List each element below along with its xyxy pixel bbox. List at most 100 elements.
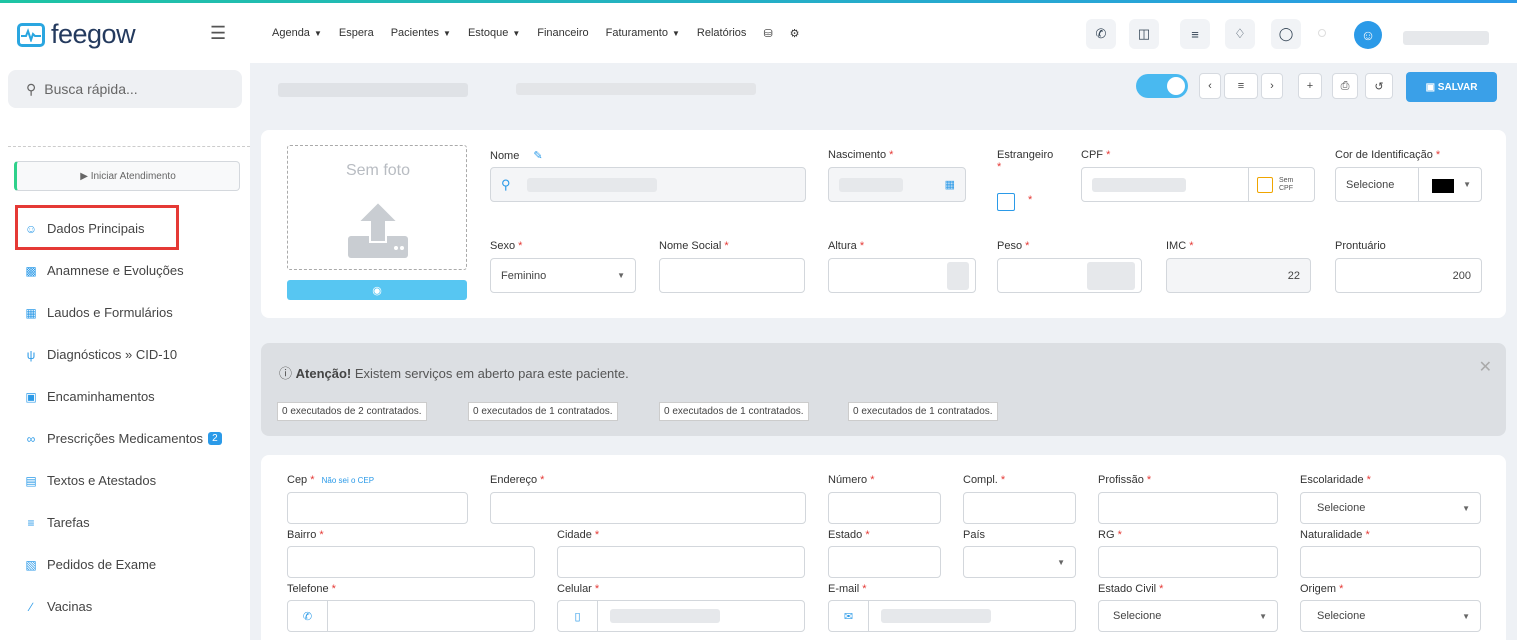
save-button[interactable]: ▣ SALVAR xyxy=(1406,72,1497,102)
status-toggle[interactable] xyxy=(1136,74,1188,98)
endereco-field[interactable] xyxy=(490,492,806,524)
menu-relatorios[interactable]: Relatórios xyxy=(697,27,747,40)
database-icon[interactable]: ⛁ xyxy=(763,27,772,40)
caret-down-icon: ▼ xyxy=(1259,611,1267,621)
sexo-select[interactable]: Feminino ▼ xyxy=(490,258,636,293)
altura-field[interactable] xyxy=(828,258,976,293)
celular-field[interactable]: ▯ xyxy=(557,600,805,632)
label-cor-identificacao: Cor de Identificação * xyxy=(1335,149,1441,161)
list-icon[interactable]: ≡ xyxy=(1224,73,1258,99)
camera-button[interactable]: ◉ xyxy=(287,280,467,300)
prontuario-field[interactable]: 200 xyxy=(1335,258,1482,293)
start-attendance-button[interactable]: ▶ Iniciar Atendimento xyxy=(14,161,240,191)
cor-select[interactable]: Selecione ▼ xyxy=(1335,167,1482,202)
pais-select[interactable]: ▼ xyxy=(963,546,1076,578)
nao-sei-cep-link[interactable]: Não sei o CEP xyxy=(322,476,374,485)
sidebar-item-label: Encaminhamentos xyxy=(47,389,155,404)
logo[interactable]: feegow xyxy=(17,19,136,50)
sem-cpf-toggle[interactable]: Sem CPF xyxy=(1248,167,1315,202)
phone-icon[interactable]: ✆ xyxy=(1086,19,1116,49)
exam-icon: ▧ xyxy=(25,557,37,572)
caret-down-icon: ▼ xyxy=(1057,557,1065,567)
photo-box[interactable]: Sem foto xyxy=(287,145,467,270)
sidebar-item-vacinas[interactable]: ∕ Vacinas xyxy=(24,599,92,614)
sem-cpf-checkbox[interactable] xyxy=(1257,176,1273,193)
nome-field[interactable]: ⚲ xyxy=(490,167,806,202)
no-photo-label: Sem foto xyxy=(345,162,411,179)
menu-pacientes[interactable]: Pacientes ▼ xyxy=(391,27,451,40)
sidebar: feegow ☰ ⚲ Busca rápida... ▶ Iniciar Ate… xyxy=(0,3,250,640)
imc-field[interactable]: 22 xyxy=(1166,258,1311,293)
sidebar-item-anamnese[interactable]: ▩ Anamnese e Evoluções xyxy=(24,263,183,278)
estrangeiro-checkbox[interactable] xyxy=(997,193,1015,211)
patient-name-redacted xyxy=(278,83,468,97)
nascimento-field[interactable]: ▦ xyxy=(828,167,966,202)
close-icon[interactable]: ✕ xyxy=(1479,357,1492,377)
add-icon[interactable]: + xyxy=(1298,73,1322,99)
edit-icon[interactable]: ✎ xyxy=(533,150,542,162)
label-numero: Número * xyxy=(828,474,875,486)
upload-icon xyxy=(348,200,408,258)
menu-agenda[interactable]: Agenda ▼ xyxy=(272,27,322,40)
color-swatch xyxy=(1432,179,1454,193)
label-imc: IMC * xyxy=(1166,240,1194,252)
label-endereco: Endereço * xyxy=(490,474,545,486)
nome-social-field[interactable] xyxy=(659,258,805,293)
hamburger-menu-icon[interactable]: ☰ xyxy=(210,23,226,44)
estado-field[interactable] xyxy=(828,546,941,578)
bairro-field[interactable] xyxy=(287,546,535,578)
history-icon[interactable]: ↺ xyxy=(1365,73,1393,99)
camera-icon: ◉ xyxy=(372,284,382,297)
quick-search[interactable]: ⚲ Busca rápida... xyxy=(8,70,242,108)
telefone-field[interactable]: ✆ xyxy=(287,600,535,632)
sidebar-item-encaminhamentos[interactable]: ▣ Encaminhamentos xyxy=(24,389,155,404)
menu-espera[interactable]: Espera xyxy=(339,27,374,40)
print-icon[interactable]: ⎙ xyxy=(1332,73,1358,99)
next-icon[interactable]: › xyxy=(1261,73,1283,99)
compl-field[interactable] xyxy=(963,492,1076,524)
previous-icon[interactable]: ‹ xyxy=(1199,73,1221,99)
service-chip: 0 executados de 1 contratados. xyxy=(659,402,809,421)
sidebar-item-label: Laudos e Formulários xyxy=(47,305,173,320)
sidebar-item-pedidos[interactable]: ▧ Pedidos de Exame xyxy=(24,557,156,572)
sidebar-item-prescricoes[interactable]: ∞ Prescrições Medicamentos 2 xyxy=(24,431,222,446)
user-name-redacted xyxy=(1403,31,1489,45)
sidebar-item-diagnosticos[interactable]: ψ Diagnósticos » CID-10 xyxy=(24,347,177,362)
label-sexo: Sexo * xyxy=(490,240,523,252)
menu-financeiro[interactable]: Financeiro xyxy=(537,27,588,40)
gear-icon[interactable]: ⚙ xyxy=(790,27,800,40)
search-placeholder: Busca rápida... xyxy=(44,81,138,97)
email-field[interactable]: ✉ xyxy=(828,600,1076,632)
info-icon: ⓘ xyxy=(279,366,293,381)
label-altura: Altura * xyxy=(828,240,865,252)
menu-estoque[interactable]: Estoque ▼ xyxy=(468,27,520,40)
peso-field[interactable] xyxy=(997,258,1142,293)
bell-icon[interactable]: ♢ xyxy=(1225,19,1255,49)
calendar-icon[interactable]: ▦ xyxy=(945,178,955,191)
avatar[interactable]: ☺ xyxy=(1354,21,1382,49)
label-email: E-mail * xyxy=(828,583,867,595)
cidade-field[interactable] xyxy=(557,546,805,578)
naturalidade-field[interactable] xyxy=(1300,546,1481,578)
sidebar-item-tarefas[interactable]: ≡ Tarefas xyxy=(24,515,89,530)
profissao-field[interactable] xyxy=(1098,492,1278,524)
label-prontuario: Prontuário xyxy=(1335,240,1386,252)
escolaridade-select[interactable]: Selecione ▼ xyxy=(1300,492,1481,524)
logo-icon xyxy=(17,22,45,47)
cep-field[interactable] xyxy=(287,492,468,524)
rg-field[interactable] xyxy=(1098,546,1278,578)
caret-down-icon: ▼ xyxy=(1462,611,1470,621)
inbox-icon[interactable]: ◫ xyxy=(1129,19,1159,49)
numero-field[interactable] xyxy=(828,492,941,524)
chat-icon[interactable]: ◯ xyxy=(1271,19,1301,49)
caret-down-icon: ▼ xyxy=(313,29,322,38)
envelope-icon: ✉ xyxy=(829,601,869,631)
tasks-icon[interactable]: ≡ xyxy=(1180,19,1210,49)
label-estado: Estado * xyxy=(828,529,870,541)
sidebar-item-laudos[interactable]: ▦ Laudos e Formulários xyxy=(24,305,173,320)
menu-faturamento[interactable]: Faturamento ▼ xyxy=(606,27,680,40)
origem-select[interactable]: Selecione ▼ xyxy=(1300,600,1481,632)
estado-civil-select[interactable]: Selecione ▼ xyxy=(1098,600,1278,632)
selection-highlight xyxy=(15,205,179,250)
sidebar-item-textos[interactable]: ▤ Textos e Atestados xyxy=(24,473,156,488)
